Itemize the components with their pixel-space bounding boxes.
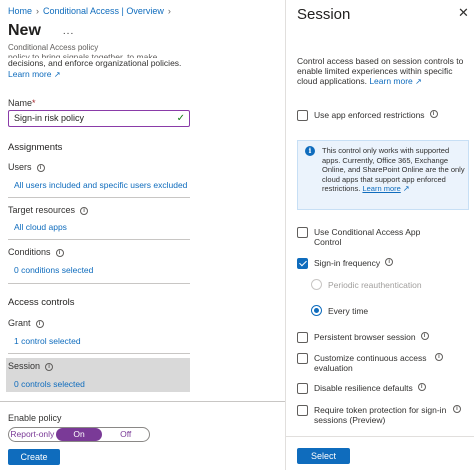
enable-policy-toggle[interactable]: Report-only On Off bbox=[8, 427, 150, 442]
info-icon[interactable]: i bbox=[45, 363, 54, 371]
every-time-radio[interactable] bbox=[311, 305, 322, 316]
conditions-label-text: Conditions bbox=[8, 247, 51, 257]
conditions-value-link[interactable]: 0 conditions selected bbox=[14, 265, 93, 275]
signin-frequency-label: Sign-in frequency bbox=[314, 258, 381, 268]
users-value-link[interactable]: All users included and specific users ex… bbox=[14, 180, 187, 190]
signin-frequency-option[interactable]: Sign-in frequency i bbox=[297, 258, 394, 269]
external-link-icon: ↗ bbox=[402, 184, 410, 193]
session-panel: Session ✕ Control access based on sessio… bbox=[285, 0, 474, 470]
target-resources-label: Target resources i bbox=[8, 205, 89, 215]
assignments-heading: Assignments bbox=[8, 142, 63, 153]
token-protection-label: Require token protection for sign-in ses… bbox=[314, 405, 447, 425]
persistent-browser-label: Persistent browser session bbox=[314, 332, 416, 342]
policy-name-input[interactable]: Sign-in risk policy ✓ bbox=[8, 110, 190, 127]
signin-frequency-checkbox[interactable] bbox=[297, 258, 308, 269]
chevron-right-icon: › bbox=[167, 6, 171, 16]
app-control-checkbox[interactable] bbox=[297, 227, 308, 238]
divider bbox=[8, 283, 190, 284]
token-protection-option[interactable]: Require token protection for sign-in ses… bbox=[297, 405, 461, 425]
access-controls-heading: Access controls bbox=[8, 297, 75, 308]
breadcrumb: Home › Conditional Access | Overview › bbox=[8, 6, 175, 16]
grant-value-link[interactable]: 1 control selected bbox=[14, 336, 81, 346]
toggle-off[interactable]: Off bbox=[102, 428, 149, 441]
external-link-icon: ↗ bbox=[415, 77, 422, 86]
toggle-on[interactable]: On bbox=[55, 428, 103, 441]
info-icon[interactable]: i bbox=[55, 249, 64, 257]
token-protection-checkbox[interactable] bbox=[297, 405, 308, 416]
info-filled-icon: i bbox=[305, 146, 315, 156]
close-icon[interactable]: ✕ bbox=[458, 5, 469, 21]
more-options-icon[interactable]: ... bbox=[63, 26, 74, 37]
info-icon[interactable]: i bbox=[435, 353, 443, 361]
persistent-browser-option[interactable]: Persistent browser session i bbox=[297, 332, 429, 343]
name-label-text: Name bbox=[8, 98, 33, 108]
panel-description: Control access based on session controls… bbox=[297, 56, 469, 87]
name-label: Name* bbox=[8, 98, 36, 108]
required-mark: * bbox=[32, 98, 36, 108]
info-icon[interactable]: i bbox=[80, 207, 89, 215]
session-value-link[interactable]: 0 controls selected bbox=[14, 379, 85, 389]
info-icon[interactable]: i bbox=[385, 258, 394, 266]
divider bbox=[8, 197, 190, 198]
page-title: New bbox=[8, 22, 41, 39]
persistent-browser-checkbox[interactable] bbox=[297, 332, 308, 343]
info-icon[interactable]: i bbox=[420, 332, 429, 340]
policy-name-value: Sign-in risk policy bbox=[14, 113, 85, 123]
users-label-text: Users bbox=[8, 162, 32, 172]
select-button[interactable]: Select bbox=[297, 448, 350, 464]
description-line: decisions, and enforce organizational po… bbox=[8, 58, 182, 68]
conditions-label: Conditions i bbox=[8, 247, 64, 257]
page-description: policy to bring signals together, to mak… bbox=[8, 52, 203, 80]
info-icon[interactable]: i bbox=[417, 383, 426, 391]
grant-label: Grant i bbox=[8, 318, 44, 328]
app-control-label: Use Conditional Access App Control bbox=[314, 227, 421, 247]
app-control-option[interactable]: Use Conditional Access App Control bbox=[297, 227, 457, 247]
panel-learn-more-link[interactable]: Learn more bbox=[369, 76, 412, 86]
chevron-right-icon: › bbox=[36, 6, 40, 16]
info-icon[interactable]: i bbox=[453, 405, 461, 413]
breadcrumb-ca-overview[interactable]: Conditional Access | Overview bbox=[43, 6, 164, 16]
every-time-option[interactable]: Every time bbox=[311, 305, 368, 316]
session-label: Session i bbox=[8, 361, 54, 371]
app-enforced-checkbox[interactable] bbox=[297, 110, 308, 121]
panel-title: Session bbox=[297, 6, 351, 23]
info-message-text: This control only works with supported a… bbox=[322, 146, 466, 194]
info-learn-more-link[interactable]: Learn more bbox=[362, 184, 400, 193]
resilience-label: Disable resilience defaults bbox=[314, 383, 413, 393]
target-resources-label-text: Target resources bbox=[8, 205, 76, 215]
every-time-label: Every time bbox=[328, 305, 369, 316]
info-icon[interactable]: i bbox=[35, 320, 44, 328]
divider bbox=[8, 353, 190, 354]
users-label: Users i bbox=[8, 162, 45, 172]
target-resources-value-link[interactable]: All cloud apps bbox=[14, 222, 67, 232]
create-button[interactable]: Create bbox=[8, 449, 60, 465]
app-enforced-option[interactable]: Use app enforced restrictions i bbox=[297, 110, 438, 121]
periodic-reauth-radio[interactable] bbox=[311, 279, 322, 290]
info-message-box: i This control only works with supported… bbox=[297, 140, 469, 210]
periodic-reauth-option[interactable]: Periodic reauthentication bbox=[311, 279, 422, 290]
cae-label: Customize continuous access evaluation bbox=[314, 353, 427, 373]
learn-more-link[interactable]: Learn more bbox=[8, 69, 51, 79]
resilience-option[interactable]: Disable resilience defaults i bbox=[297, 383, 426, 394]
checkmark-icon: ✓ bbox=[176, 113, 185, 124]
page-subtitle: Conditional Access policy bbox=[8, 43, 99, 52]
app-enforced-label: Use app enforced restrictions bbox=[314, 110, 425, 120]
grant-label-text: Grant bbox=[8, 318, 31, 328]
info-icon[interactable]: i bbox=[36, 164, 45, 172]
session-label-text: Session bbox=[8, 361, 41, 371]
info-icon[interactable]: i bbox=[429, 110, 438, 118]
policy-blade: Home › Conditional Access | Overview › New … bbox=[0, 0, 285, 470]
periodic-reauth-label: Periodic reauthentication bbox=[328, 279, 422, 290]
enable-policy-label: Enable policy bbox=[8, 413, 62, 423]
divider bbox=[8, 239, 190, 240]
breadcrumb-home[interactable]: Home bbox=[8, 6, 32, 16]
resilience-checkbox[interactable] bbox=[297, 383, 308, 394]
cae-option[interactable]: Customize continuous access evaluation i bbox=[297, 353, 443, 373]
cae-checkbox[interactable] bbox=[297, 353, 308, 364]
toggle-report-only[interactable]: Report-only bbox=[9, 428, 56, 441]
footer-divider bbox=[0, 401, 285, 402]
external-link-icon: ↗ bbox=[53, 70, 61, 79]
panel-footer-divider bbox=[286, 436, 474, 437]
